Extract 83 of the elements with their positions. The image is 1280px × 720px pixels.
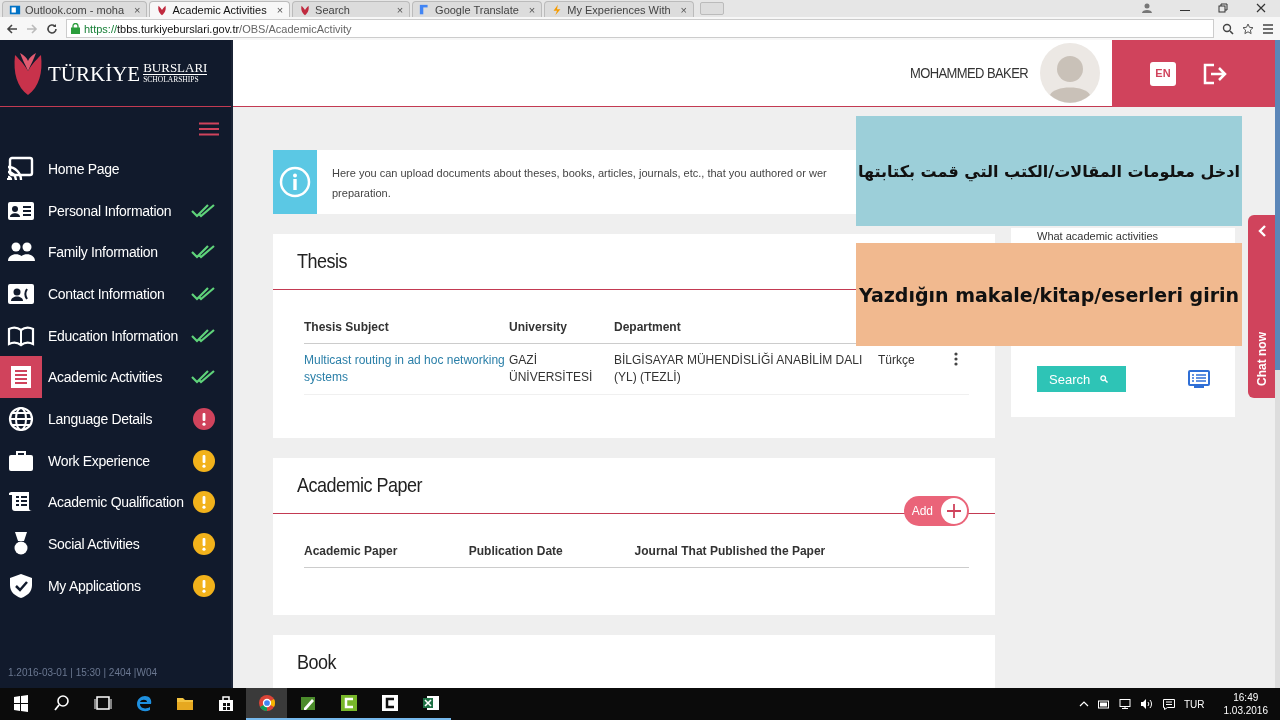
sidebar-item[interactable]: Family Information [0,231,231,274]
version-text: 1.2016-03-01 | 15:30 | 2404 |W04 [7,667,158,680]
close-tab-button[interactable]: × [134,3,141,16]
close-icon[interactable] [1256,3,1266,13]
windows-icon [11,694,30,712]
sidebar-item[interactable]: Personal Information [0,189,231,232]
close-tab-button[interactable]: × [276,3,284,16]
logo-text: BURSLARI [143,61,208,76]
chrome-icon [257,694,276,712]
avatar-icon [1040,43,1100,103]
cast-icon [7,155,35,182]
browser-tab[interactable]: Google Translate × [412,1,543,17]
column-header: University [509,320,614,344]
chevron-left-icon [1256,225,1267,237]
back-icon[interactable] [6,22,18,35]
thesis-link[interactable]: Multicast routing in ad hoc networking systems [304,352,509,386]
language-button[interactable]: EN [1150,61,1176,86]
sidebar-item[interactable]: My Applications [0,564,231,607]
clock[interactable]: 16:49 1.03.2016 [1223,691,1268,717]
column-header: Journal That Published the Paper [634,544,969,568]
close-tab-button[interactable]: × [680,3,688,16]
pen-icon [298,694,317,712]
globe-icon [7,405,35,432]
sidebar-item[interactable]: Contact Information [0,273,231,315]
battery-icon[interactable] [1097,699,1110,709]
sidebar-item[interactable]: Home Page [0,148,231,190]
list-icon[interactable] [1188,370,1210,388]
sidebar-item[interactable]: Work Experience [0,439,231,482]
close-tab-button[interactable]: × [528,3,536,16]
browser-tab[interactable]: Outlook.com - moha × [2,1,148,17]
column-header: Academic Paper [304,544,469,568]
tulip-icon [299,3,312,16]
caption-banner: Yazdığın makale/kitap/eserleri girin [856,243,1242,346]
search-icon [1100,375,1109,383]
mail-icon [9,3,21,16]
zoom-icon[interactable] [1222,22,1234,35]
chat-tab[interactable]: Chat now [1248,215,1275,398]
browser-tab[interactable]: Search × [292,1,411,17]
star-icon[interactable] [1242,22,1254,35]
menu-icon[interactable] [199,122,219,136]
network-icon[interactable] [1118,699,1131,709]
message-icon[interactable] [1162,698,1175,710]
info-text: Here you can upload documents about theses, books, articles, journals, etc., that you authored or wer preparation. [332,166,827,201]
section-title: Thesis [297,249,347,274]
chevron-up-icon[interactable] [1078,701,1089,707]
plus-icon [947,504,961,518]
spreadsheet-icon [421,694,440,712]
speaker-icon[interactable] [1139,699,1154,709]
tulip-logo-icon [12,51,44,95]
column-header: Thesis Subject [304,320,509,344]
address-field[interactable]: https://tbbs.turkiyeburslari.gov.tr/OBS/AcademicActivity [66,19,1214,38]
reload-icon[interactable] [46,22,58,35]
more-icon[interactable] [954,352,958,366]
task-view-icon [93,694,112,712]
logout-icon[interactable] [1202,61,1228,86]
caption-banner: ادخل معلومات المقالات/الكتب التي قمت بكتابتها [856,116,1242,226]
restore-icon[interactable] [1218,3,1228,13]
shield-icon [7,572,35,599]
table-cell: GAZİ ÜNİVERSİTESİ [509,343,614,395]
taskbar-button[interactable] [246,688,287,720]
info-icon [279,166,311,198]
browser-tab[interactable]: Academic Activities × [149,1,291,17]
column-header: Publication Date [468,544,635,568]
panel-text: What academic activities [1037,230,1159,242]
sidebar-item[interactable]: Academic Qualification [0,481,231,524]
sidebar-item[interactable]: Language Details [0,398,231,440]
search-icon [52,694,71,712]
lock-icon [71,23,80,34]
sidebar-item[interactable]: Social Activities [0,523,231,565]
sidebar-item[interactable]: Academic Activities [0,356,231,399]
section-title: Book [297,650,337,675]
browser-tab[interactable]: My Experiences With × [544,1,695,17]
menu-icon[interactable] [1262,22,1274,35]
user-icon[interactable] [1142,3,1152,13]
store-icon [216,694,235,712]
language-indicator[interactable]: TUR [1183,698,1205,710]
user-name: MOHAMMED BAKER [910,64,1028,82]
section-title: Academic Paper [297,473,423,498]
close-tab-button[interactable]: × [396,3,404,16]
sidebar-item[interactable]: Education Information [0,314,231,357]
logo-text: TÜRKİYE [48,63,141,85]
browser-e-icon [134,694,153,712]
tulip-icon [156,3,169,16]
